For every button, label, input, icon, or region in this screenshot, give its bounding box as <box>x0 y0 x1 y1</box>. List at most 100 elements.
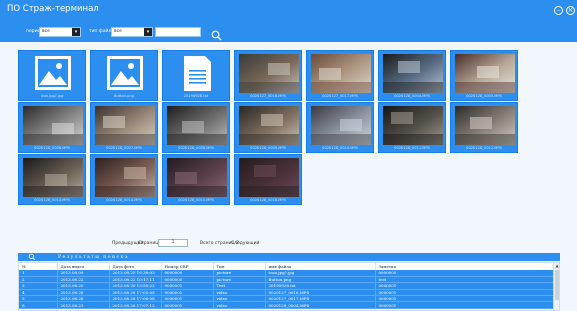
table-cell: 2013.08.25 16:38:03 <box>109 270 162 277</box>
video-thumbnail <box>95 158 155 197</box>
video-thumbnail <box>239 158 299 197</box>
period-select[interactable]: все ▾ <box>39 27 81 37</box>
results-table-container: № Дата видео Дата фото Номер СВР Тип имя файл… <box>18 262 560 311</box>
video-thumbnail <box>167 158 227 197</box>
gallery-item-caption: 0020128_0013.MP4 <box>34 198 70 202</box>
filetype-select[interactable]: все ▾ <box>111 27 153 37</box>
video-thumbnail <box>455 54 515 93</box>
table-cell: 2013.08.20 13:55:22 <box>109 282 162 290</box>
gallery-item-caption: 0020128_0010.MP4 <box>322 146 358 150</box>
gallery-item[interactable]: 20190928.txt <box>162 50 230 101</box>
gallery-item[interactable]: 0020128_0009.MP4 <box>234 102 302 153</box>
gallery-item-caption: Button.png <box>113 94 135 98</box>
gallery-item-caption: 0020128_0007.MP4 <box>106 146 142 150</box>
video-thumbnail <box>455 106 515 145</box>
gallery-item-caption: 0020127_0017.MP4 <box>322 94 358 98</box>
gallery-item[interactable]: 0020128_0014.MP4 <box>90 154 158 205</box>
image-icon <box>95 54 155 93</box>
gallery-item-caption: 0020128_0014.MP4 <box>106 198 142 202</box>
video-thumbnail <box>239 54 299 93</box>
table-cell: 6 <box>19 301 58 309</box>
gallery-item[interactable]: 0020128_0008.MP4 <box>162 102 230 153</box>
results-table: № Дата видео Дата фото Номер СВР Тип имя файл… <box>19 263 555 309</box>
video-thumbnail <box>311 106 371 145</box>
gallery-item-caption: 0020128_0015.MP4 <box>178 198 214 202</box>
table-cell: 0020128_0004.MP4 <box>265 301 376 309</box>
video-thumbnail <box>383 54 443 93</box>
column-header[interactable]: Дата видео <box>57 263 110 270</box>
close-icon[interactable]: × <box>566 6 575 15</box>
gallery-item[interactable]: 0020128_0013.MP4 <box>18 154 86 205</box>
gallery-item-caption: 0020128_0009.MP4 <box>250 146 286 150</box>
gallery-item[interactable]: 0020127_0016.MP4 <box>234 50 302 101</box>
search-input[interactable] <box>155 27 201 37</box>
search-button[interactable] <box>211 26 222 41</box>
table-cell: 0000001 <box>375 301 555 309</box>
gallery-item-caption: 0020128_0011.MP4 <box>394 146 430 150</box>
app-window: ПО Страж-терминал – × период все ▾ тип ф… <box>0 0 577 311</box>
gallery-item[interactable]: 0020128_0012.MP4 <box>450 102 518 153</box>
gallery-item-caption: 0020128_0012.MP4 <box>466 146 502 150</box>
column-header[interactable]: № <box>19 263 58 270</box>
column-header[interactable]: Тип <box>213 263 266 270</box>
table-header-row: № Дата видео Дата фото Номер СВР Тип имя файл… <box>19 263 555 270</box>
table-cell: 0000001 <box>161 301 214 309</box>
chevron-down-icon: ▾ <box>72 28 80 36</box>
title-bar: ПО Страж-терминал – × <box>0 0 577 20</box>
gallery-item[interactable]: 0020128_0005.MP4 <box>450 50 518 101</box>
table-row[interactable]: 6 2013.08.21 2013.08.28 17:07:12 0000001 vid… <box>19 301 555 309</box>
chevron-down-icon: ▾ <box>144 28 152 36</box>
gallery-item[interactable]: 0020128_0006.MP4 <box>18 102 86 153</box>
page-number-input[interactable]: 1 <box>158 239 188 247</box>
minimize-icon[interactable]: – <box>554 6 563 15</box>
results-header: Результаты поиска <box>18 253 560 261</box>
gallery-item[interactable]: 0020128_0016.MP4 <box>234 154 302 205</box>
column-header[interactable]: Номер СВР <box>161 263 214 270</box>
gallery-item[interactable]: 0020128_0011.MP4 <box>378 102 446 153</box>
gallery-item-caption: 0020127_0016.MP4 <box>250 94 286 98</box>
video-thumbnail <box>23 158 83 197</box>
period-select-value: все <box>42 29 50 34</box>
gallery-item-caption: 0020128_0016.MP4 <box>250 198 286 202</box>
gallery-item-caption: 20190928.txt <box>183 94 209 98</box>
column-header[interactable]: Дата фото <box>109 263 162 270</box>
vertical-scrollbar[interactable]: ▲ <box>553 263 559 310</box>
results-title: Результаты поиска <box>58 254 129 260</box>
gallery-item[interactable]: Button.png <box>90 50 158 101</box>
app-title: ПО Страж-терминал <box>7 4 99 14</box>
gallery-item-caption: 0020128_0005.MP4 <box>466 94 502 98</box>
gallery-item-caption: 0020128_0008.MP4 <box>178 146 214 150</box>
column-header[interactable]: Заметка <box>375 263 555 270</box>
gallery-item-caption: icon.jpg?.jpg <box>40 94 64 98</box>
gallery-item[interactable]: icon.jpg?.jpg <box>18 50 86 101</box>
next-page-link[interactable]: Следующий <box>231 241 259 246</box>
video-thumbnail <box>311 54 371 93</box>
filetype-select-value: все <box>114 29 122 34</box>
gallery-item[interactable]: 0020127_0017.MP4 <box>306 50 374 101</box>
gallery-item[interactable]: 0020128_0015.MP4 <box>162 154 230 205</box>
column-header[interactable]: имя файла <box>265 263 376 270</box>
table-cell: 2013.08.22 10:17:11 <box>109 276 162 284</box>
video-thumbnail <box>383 106 443 145</box>
search-icon <box>28 253 36 261</box>
gallery-item[interactable]: 0020128_0007.MP4 <box>90 102 158 153</box>
gallery-item[interactable]: 0020128_0004.MP4 <box>378 50 446 101</box>
scroll-up-icon[interactable]: ▲ <box>554 263 559 269</box>
table-cell: 2013.08.28 17:07:12 <box>109 301 162 309</box>
gallery-item-caption: 0020128_0006.MP4 <box>34 146 70 150</box>
video-thumbnail <box>23 106 83 145</box>
filter-bar: период все ▾ тип файла все ▾ <box>0 20 577 42</box>
gallery-item-caption: 0020128_0004.MP4 <box>394 94 430 98</box>
table-cell: 2013.08.28 17:06:08 <box>109 295 162 303</box>
video-thumbnail <box>95 106 155 145</box>
table-cell: 2013.08.21 <box>57 301 110 309</box>
table-cell: video <box>213 301 266 309</box>
document-icon <box>167 54 227 93</box>
search-icon <box>211 30 222 41</box>
scrollbar-thumb[interactable] <box>555 270 559 300</box>
gallery-item[interactable]: 0020128_0010.MP4 <box>306 102 374 153</box>
image-icon <box>23 54 83 93</box>
video-thumbnail <box>167 106 227 145</box>
video-thumbnail <box>239 106 299 145</box>
table-cell: 2013.08.28 17:05:05 <box>109 289 162 297</box>
